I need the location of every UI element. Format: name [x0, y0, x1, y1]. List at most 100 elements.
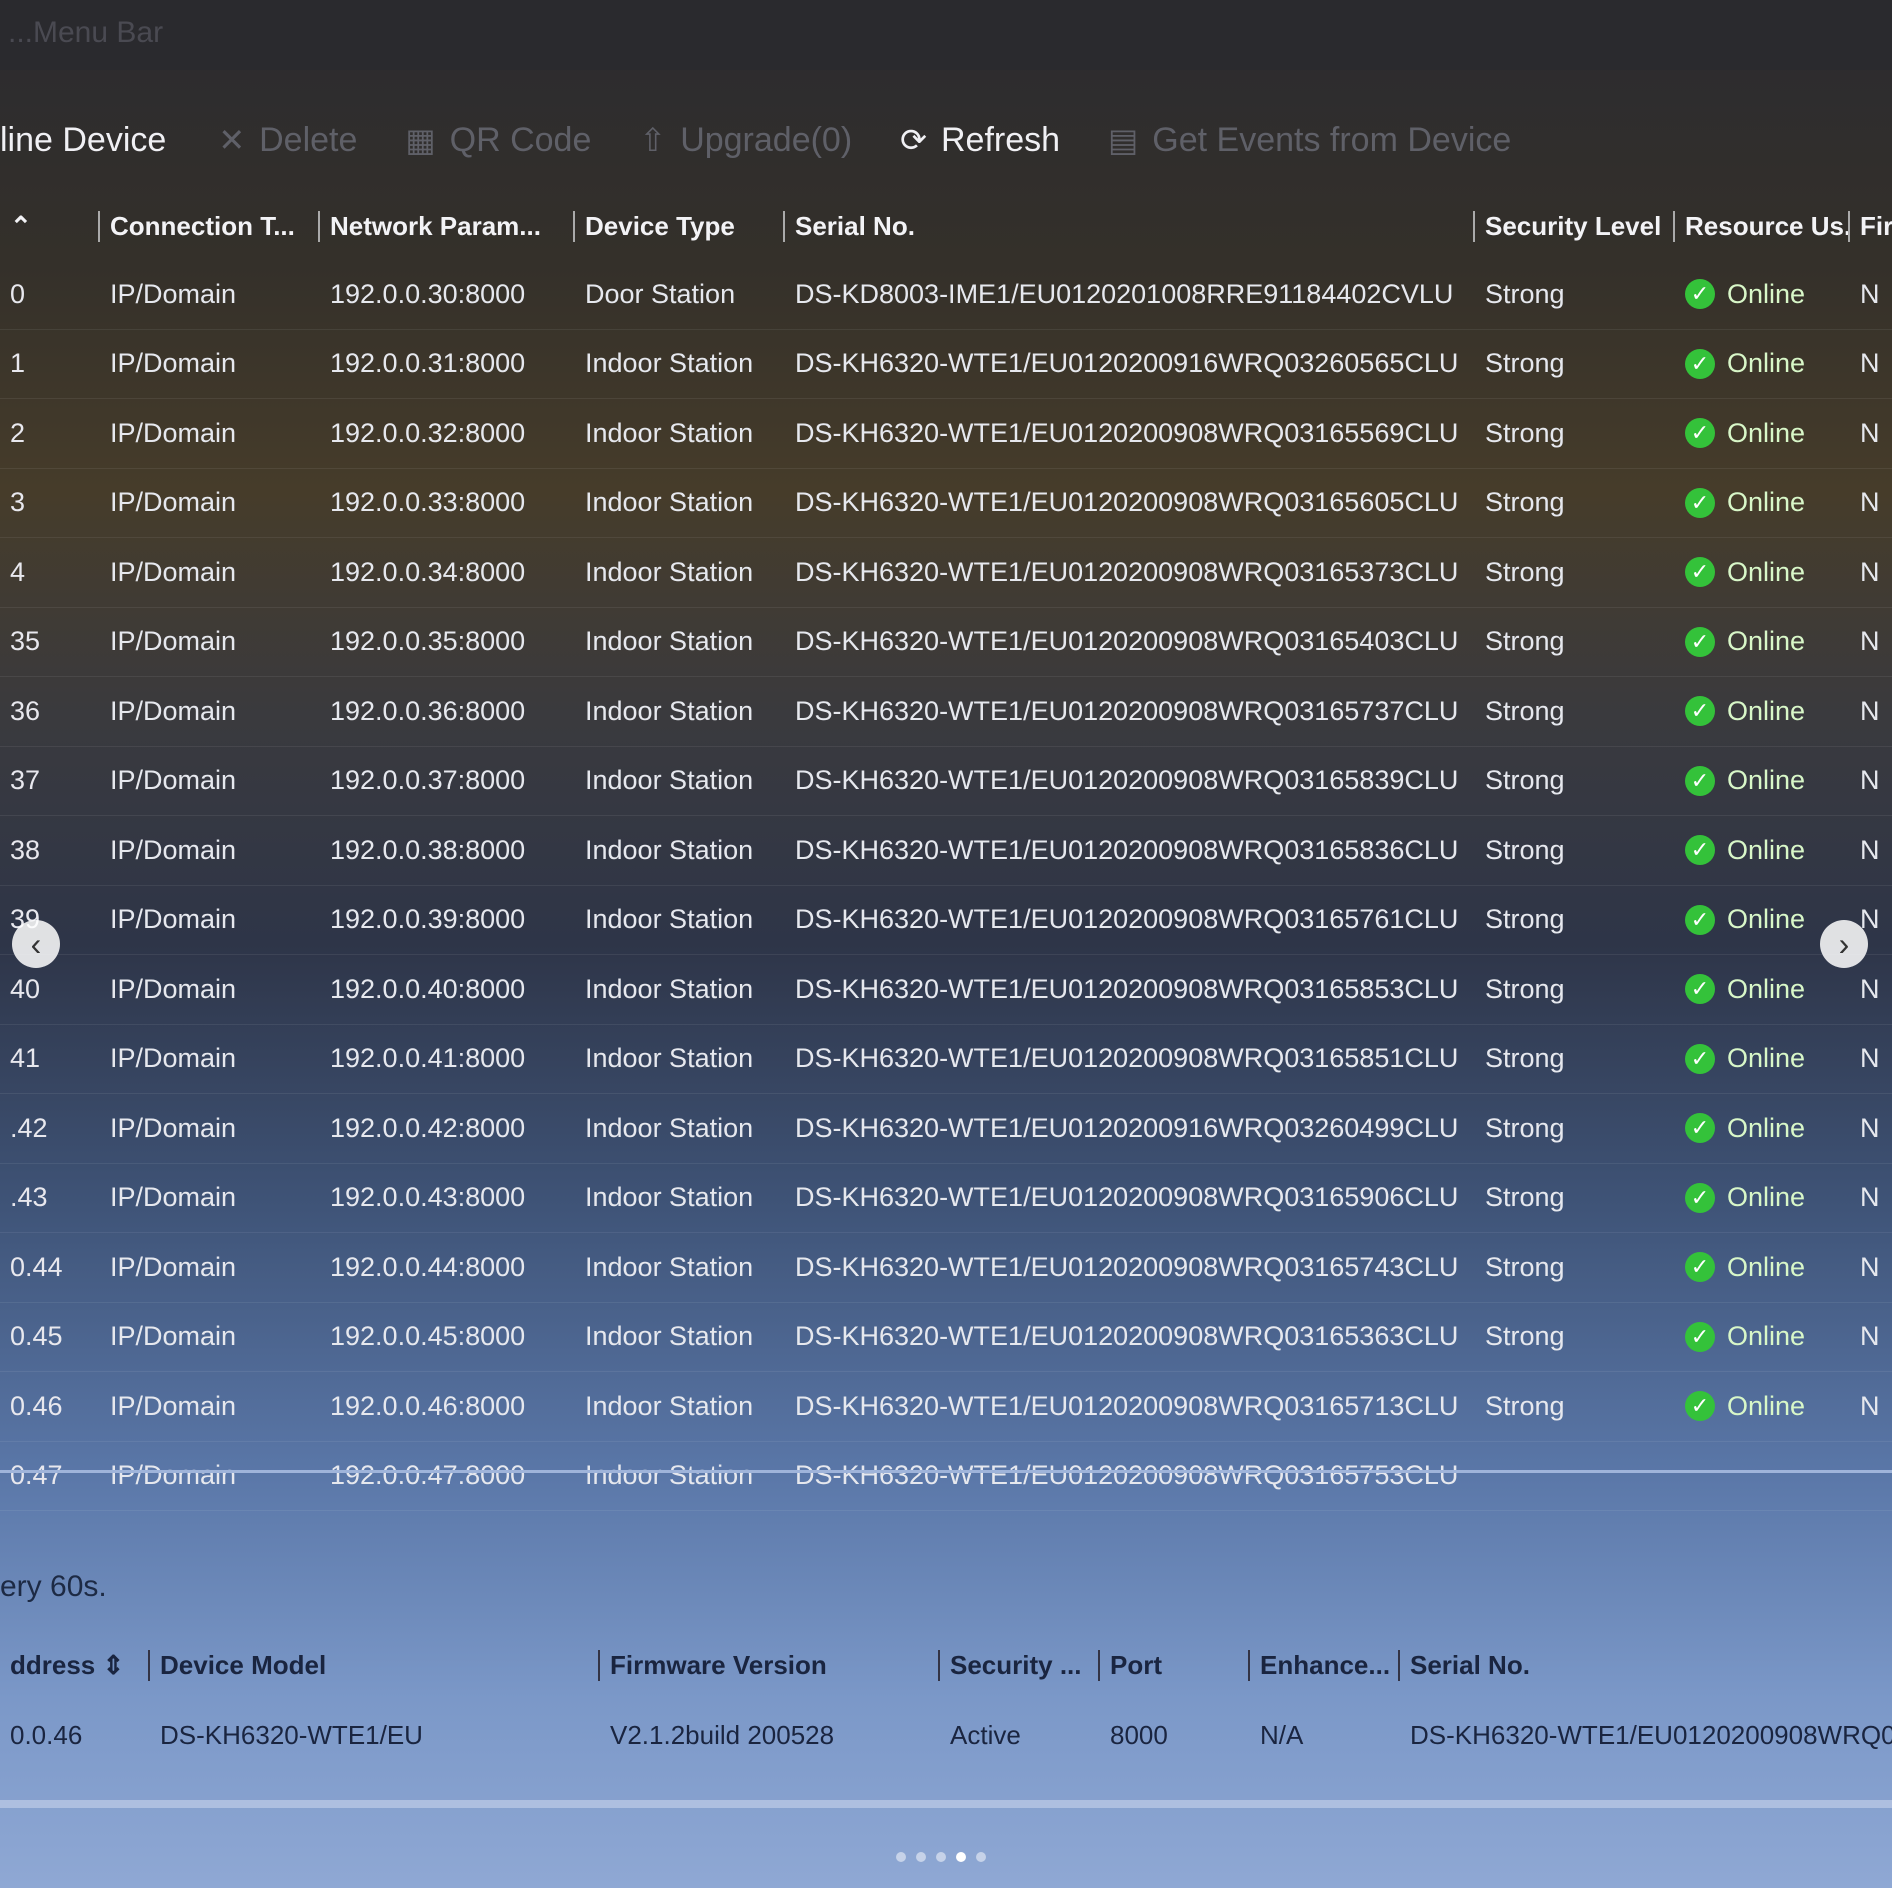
table-row[interactable]: 0.45 IP/Domain 192.0.0.45:8000 Indoor Stati… [0, 1303, 1892, 1372]
table-row[interactable]: 38 IP/Domain 192.0.0.38:8000 Indoor Station… [0, 816, 1892, 886]
table-row[interactable]: 36 IP/Domain 192.0.0.36:8000 Indoor Station… [0, 677, 1892, 747]
cell-type: Indoor Station [585, 765, 754, 796]
col-number-header[interactable]: ⌃ [0, 210, 100, 242]
status-text: Online [1727, 1043, 1806, 1074]
col-serial-header[interactable]: Serial No. [785, 210, 1475, 242]
cell-num: 0.47 [10, 1460, 63, 1491]
status-cell: ✓ Online [1675, 1391, 1850, 1422]
status-cell: ✓ Online [1675, 1252, 1850, 1283]
cell-serial: DS-KH6320-WTE1/EU0120200908WRQ03165836CL… [795, 834, 1459, 865]
cell-serial: DS-KH6320-WTE1/EU0120200908WRQ03165363CL… [795, 1321, 1459, 1352]
table-row[interactable]: 2 IP/Domain 192.0.0.32:8000 Indoor Station D… [0, 399, 1892, 469]
col-model-header[interactable]: Device Model [150, 1649, 600, 1681]
table-row[interactable]: 37 IP/Domain 192.0.0.37:8000 Indoor Station… [0, 747, 1892, 816]
status-text: Online [1727, 278, 1806, 309]
prev-image-button[interactable]: ‹ [12, 920, 60, 968]
table-row[interactable]: 4 IP/Domain 192.0.0.34:8000 Indoor Station D… [0, 538, 1892, 608]
table-row[interactable]: .42 IP/Domain 192.0.0.42:8000 Indoor Statio… [0, 1094, 1892, 1164]
cell-security: Strong [1485, 834, 1565, 865]
close-icon: ✕ [218, 122, 246, 158]
carousel-dot-active[interactable] [956, 1852, 966, 1862]
table-row[interactable]: 0 IP/Domain 192.0.0.30:8000 Door Station DS-… [0, 260, 1892, 330]
col-connection-header[interactable]: Connection T... [100, 210, 320, 242]
cell-num: 37 [10, 765, 41, 796]
status-text: Online [1727, 626, 1806, 657]
cell-conn: IP/Domain [110, 487, 237, 518]
cell-conn: IP/Domain [110, 695, 237, 726]
table-row[interactable]: 0.0.46 DS-KH6320-WTE1/EU V2.1.2build 200… [0, 1700, 1892, 1770]
col-security-header[interactable]: Security Level [1475, 210, 1675, 242]
delete-button[interactable]: ✕ Delete [218, 121, 357, 160]
col-address-header[interactable]: ddress ⇕ [0, 1649, 150, 1681]
status-text: Online [1727, 695, 1806, 726]
qr-code-button[interactable]: ▦ QR Code [405, 121, 591, 160]
cell-conn: IP/Domain [110, 1251, 237, 1282]
carousel-dot[interactable] [976, 1852, 986, 1862]
table-row[interactable]: 39 IP/Domain 192.0.0.39:8000 Indoor Station… [0, 886, 1892, 955]
cell-conn: IP/Domain [110, 765, 237, 796]
carousel-dot[interactable] [936, 1852, 946, 1862]
table-row[interactable]: 0.44 IP/Domain 192.0.0.44:8000 Indoor Stati… [0, 1233, 1892, 1303]
cell-firm: N [1860, 348, 1880, 379]
horizontal-scrollbar[interactable] [0, 1800, 1892, 1808]
table-row[interactable]: 41 IP/Domain 192.0.0.41:8000 Indoor Station… [0, 1025, 1892, 1094]
check-circle-icon: ✓ [1685, 696, 1715, 727]
next-image-button[interactable]: › [1820, 920, 1868, 968]
col-network-header[interactable]: Network Param... [320, 210, 575, 242]
device-table: ⌃ Connection T... Network Param... Devic… [0, 192, 1892, 1511]
cell-firm: N [1860, 1390, 1880, 1421]
table-row[interactable]: .43 IP/Domain 192.0.0.43:8000 Indoor Statio… [0, 1164, 1892, 1233]
status-cell: ✓ Online [1675, 1113, 1850, 1144]
get-events-button[interactable]: ▤ Get Events from Device [1108, 121, 1511, 160]
check-circle-icon: ✓ [1685, 1182, 1715, 1213]
cell-conn: IP/Domain [110, 1390, 237, 1421]
table-row[interactable]: 35 IP/Domain 192.0.0.35:8000 Indoor Station… [0, 608, 1892, 677]
refresh-button[interactable]: ⟳ Refresh [900, 121, 1060, 160]
cell-conn: IP/Domain [110, 1182, 237, 1213]
status-cell: ✓ Online [1675, 626, 1850, 657]
col-enhance-header[interactable]: Enhance... [1250, 1649, 1400, 1681]
col-firmware-version-header[interactable]: Firmware Version [600, 1649, 940, 1681]
status-cell: ✓ Online [1675, 348, 1850, 379]
cell-num: 38 [10, 834, 41, 865]
carousel-dot[interactable] [896, 1852, 906, 1862]
table-row[interactable]: 3 IP/Domain 192.0.0.33:8000 Indoor Station D… [0, 469, 1892, 538]
check-circle-icon: ✓ [1685, 348, 1715, 379]
cell-security: Strong [1485, 904, 1565, 935]
check-circle-icon: ✓ [1685, 1252, 1715, 1283]
cell-net: 192.0.0.38:8000 [330, 834, 526, 865]
cell-type: Indoor Station [585, 626, 754, 657]
col-serial-header[interactable]: Serial No. [1400, 1650, 1892, 1681]
table-row[interactable]: 1 IP/Domain 192.0.0.31:8000 Indoor Station D… [0, 330, 1892, 399]
qr-icon: ▦ [405, 122, 436, 158]
col-security-header[interactable]: Security ... [940, 1649, 1100, 1681]
status-text: Online [1727, 973, 1806, 1004]
cell-firm: N [1860, 834, 1880, 865]
cell-firm: N [1860, 973, 1880, 1004]
status-text: Online [1727, 1182, 1806, 1213]
carousel-dot[interactable] [916, 1852, 926, 1862]
table-row[interactable]: 0.46 IP/Domain 192.0.0.46:8000 Indoor Stati… [0, 1372, 1892, 1442]
table-row[interactable]: 40 IP/Domain 192.0.0.40:8000 Indoor Station… [0, 955, 1892, 1025]
cell-serial: DS-KH6320-WTE1/EU0120200908WRQ03165853CL… [795, 973, 1459, 1004]
sort-up-icon: ⌃ [10, 210, 32, 241]
cell-serial: DS-KH6320-WTE1/EU0120200908WRQ03165743CL… [795, 1251, 1459, 1282]
check-circle-icon: ✓ [1685, 1321, 1715, 1352]
col-firmware-header[interactable]: Firm [1850, 211, 1892, 242]
col-type-header[interactable]: Device Type [575, 210, 785, 242]
device-detail-table: ddress ⇕ Device Model Firmware Version S… [0, 1630, 1892, 1770]
cell-num: 0.44 [10, 1251, 63, 1282]
cell-security: Strong [1485, 1251, 1565, 1282]
table-row[interactable]: 0.47 IP/Domain 192.0.0.47:8000 Indoor Stati… [0, 1442, 1892, 1511]
cell-conn: IP/Domain [110, 1043, 237, 1074]
col-resource-header[interactable]: Resource Us... [1675, 210, 1850, 242]
cell-firm: N [1860, 626, 1880, 657]
upgrade-button[interactable]: ⇧ Upgrade(0) [639, 121, 852, 160]
status-cell: ✓ Online [1675, 557, 1850, 588]
col-port-header[interactable]: Port [1100, 1649, 1250, 1681]
cell-security: Strong [1485, 348, 1565, 379]
cell-conn: IP/Domain [110, 1321, 237, 1352]
cell-net: 192.0.0.43:8000 [330, 1182, 526, 1213]
status-cell: ✓ Online [1675, 696, 1850, 727]
cell-firm: N [1860, 695, 1880, 726]
